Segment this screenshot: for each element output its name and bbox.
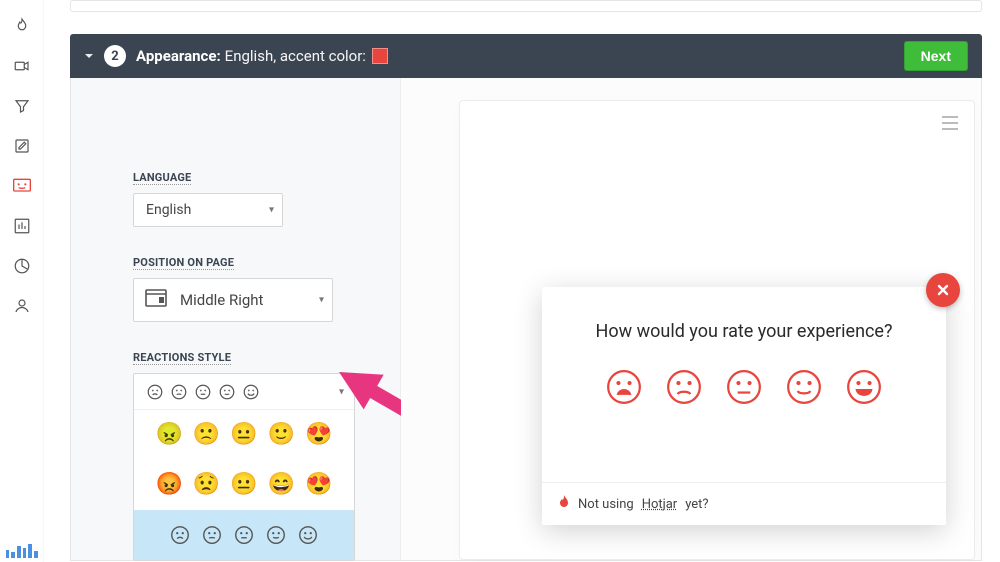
reactions-style-label: REACTIONS STYLE — [133, 351, 231, 365]
hotjar-link[interactable]: Hotjar — [642, 497, 678, 512]
rating-face-1[interactable] — [605, 368, 643, 406]
reactions-selected-row[interactable]: ▾ — [134, 374, 354, 410]
fire-icon — [13, 17, 31, 35]
nav-feedback[interactable] — [0, 166, 44, 206]
emoji-happy: 😄 — [268, 474, 295, 496]
rating-face-3[interactable] — [725, 368, 763, 406]
footer-text-prefix: Not using — [578, 497, 634, 512]
emoji-neutral: 😐 — [230, 474, 257, 496]
reactions-option-outline[interactable] — [134, 510, 354, 560]
reactions-option-round[interactable]: 😡 😟 😐 😄 😍 — [134, 460, 354, 510]
close-button[interactable] — [926, 273, 960, 307]
settings-panel: LANGUAGE English ▾ POSITION ON PAGE Midd… — [71, 78, 401, 560]
position-icon — [144, 288, 168, 312]
language-value: English — [146, 202, 191, 218]
pie-chart-icon — [13, 257, 31, 275]
nav-funnels[interactable] — [0, 86, 44, 126]
nav-heatmaps[interactable] — [0, 6, 44, 46]
outline-face-icon — [169, 524, 191, 546]
outline-face-icon — [297, 524, 319, 546]
reactions-option-square[interactable]: 😠 🙁 😐 🙂 😍 — [134, 410, 354, 460]
bar-chart-icon — [13, 217, 31, 235]
hamburger-icon — [940, 115, 960, 135]
chevron-down-icon: ▾ — [319, 295, 324, 306]
funnel-icon — [13, 97, 31, 115]
emoji-love: 😍 — [305, 424, 332, 446]
outline-face-icon — [242, 383, 260, 401]
rating-faces — [542, 364, 946, 420]
nav-analytics[interactable] — [0, 246, 44, 286]
language-label: LANGUAGE — [133, 171, 191, 185]
position-select[interactable]: Middle Right ▾ — [133, 278, 333, 322]
nav-thumbnail — [4, 542, 40, 558]
outline-face-icon — [265, 524, 287, 546]
chevron-down-icon: ▾ — [269, 205, 274, 216]
emoji-happy: 🙂 — [268, 424, 295, 446]
position-label: POSITION ON PAGE — [133, 256, 234, 270]
next-button[interactable]: Next — [904, 41, 968, 71]
section-expand-icon — [84, 47, 94, 65]
nav-users[interactable] — [0, 286, 44, 326]
emoji-angry: 😠 — [155, 424, 182, 446]
video-icon — [13, 57, 31, 75]
appearance-section-header[interactable]: 2 Appearance: English, accent color: Nex… — [70, 34, 982, 78]
mock-page: How would you rate your experience? Not … — [459, 100, 975, 560]
edit-icon — [13, 137, 31, 155]
emoji-neutral: 😐 — [230, 424, 257, 446]
outline-face-icon — [201, 524, 223, 546]
hotjar-logo-icon — [558, 495, 570, 513]
outline-face-icon — [233, 524, 255, 546]
main-content: 2 Appearance: English, accent color: Nex… — [52, 0, 1000, 562]
section-title: Appearance: — [136, 47, 221, 65]
outline-face-icon — [218, 383, 236, 401]
widget-question: How would you rate your experience? — [542, 287, 946, 364]
nav-forms[interactable] — [0, 126, 44, 166]
emoji-sad: 😟 — [193, 474, 220, 496]
rating-face-2[interactable] — [665, 368, 703, 406]
rating-face-5[interactable] — [845, 368, 883, 406]
close-icon — [936, 283, 950, 297]
widget-footer: Not using Hotjar yet? — [542, 482, 946, 525]
step-badge: 2 — [104, 45, 126, 67]
nav-recordings[interactable] — [0, 46, 44, 86]
emoji-angry: 😡 — [155, 474, 182, 496]
accent-color-swatch — [372, 48, 388, 64]
outline-face-icon — [146, 383, 164, 401]
reactions-style-select[interactable]: ▾ 😠 🙁 😐 🙂 😍 😡 😟 😐 😄 😍 — [133, 373, 355, 561]
feedback-widget: How would you rate your experience? Not … — [542, 287, 946, 525]
previous-section-collapsed[interactable] — [70, 0, 982, 12]
user-icon — [13, 297, 31, 315]
outline-face-icon — [170, 383, 188, 401]
emoji-love: 😍 — [305, 474, 332, 496]
preview-panel: How would you rate your experience? Not … — [401, 78, 981, 560]
feedback-icon — [12, 177, 32, 195]
nav-surveys[interactable] — [0, 206, 44, 246]
footer-text-suffix: yet? — [685, 497, 708, 512]
language-select[interactable]: English ▾ — [133, 193, 283, 227]
appearance-section-body: LANGUAGE English ▾ POSITION ON PAGE Midd… — [70, 78, 982, 561]
section-subtitle: English, accent color: — [225, 47, 366, 65]
position-value: Middle Right — [180, 291, 263, 309]
rating-face-4[interactable] — [785, 368, 823, 406]
left-sidebar — [0, 0, 44, 562]
emoji-sad: 🙁 — [193, 424, 220, 446]
outline-face-icon — [194, 383, 212, 401]
